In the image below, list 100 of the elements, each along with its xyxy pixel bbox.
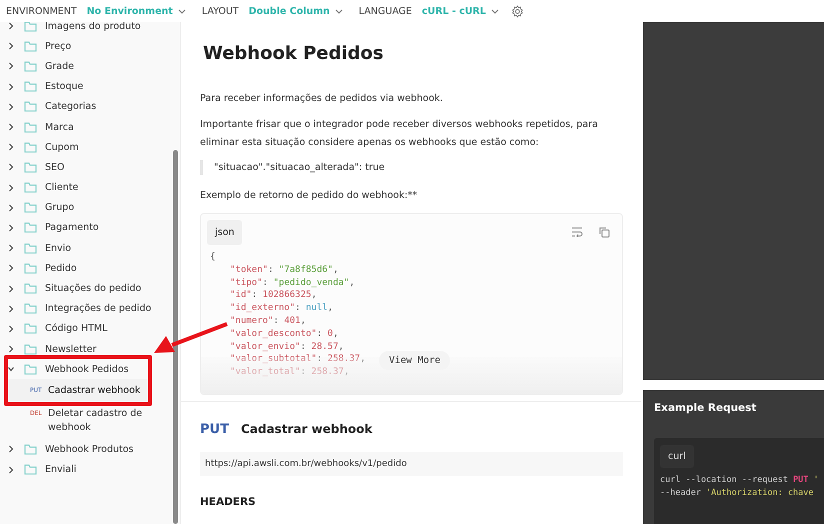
chevron-right-icon [8,445,14,454]
folder-icon [24,81,37,92]
folder-icon [24,464,37,476]
url-field: https://api.awsli.com.br/webhooks/v1/pedido [200,452,623,476]
folder-item[interactable]: Preço [8,36,174,56]
code-line: "tipo": "pedido_venda", [230,276,355,290]
chevron-right-icon [8,123,14,132]
folder-label: Integrações de pedido [45,303,152,314]
folder-item[interactable]: Grupo [8,198,174,218]
method-label: PUT [200,422,229,437]
paragraph: Importante frisar que o integrador pode receber diversos webhooks repetidos, para eliminar esta situação considere apenas os webhooks que estão como: [200,118,599,150]
folder-icon [24,262,37,274]
code-line: "valor_subtotal": 258.37, [230,353,366,366]
language-tag: curl [660,445,694,468]
folder-icon [24,242,37,254]
chevron-right-icon [8,304,14,313]
section-heading: HEADERS [200,496,257,508]
paragraph: Exemplo de retorno de pedido do webhook:** [200,189,418,203]
folder-item[interactable]: Estoque [8,76,174,97]
folder-label: Cupom [45,142,79,153]
code-line: curl --location --request PUT ' [660,474,819,487]
folder-item[interactable]: Integrações de pedido [8,298,174,319]
endpoint-title: Cadastrar webhook [240,422,372,437]
folder-label: Estoque [45,81,84,92]
folder-item[interactable]: Pedido [8,258,174,278]
folder-item[interactable]: Pagamento [8,218,174,238]
code-line: --header 'Authorization: chave [660,487,814,500]
chevron-down-icon [8,365,14,374]
chevron-down-icon [490,8,499,14]
setting-label: LAYOUT [202,6,239,16]
code-line: "token": "7a8f85d6", [230,264,338,277]
copy-icon[interactable] [599,227,610,238]
chevron-right-icon [8,224,14,232]
setting-label: LANGUAGE [358,6,412,16]
chevron-down-icon [178,8,186,14]
page-title: Webhook Pedidos [203,43,385,64]
folder-item[interactable]: Categorias [8,96,174,117]
chevron-right-icon [8,82,14,91]
folder-icon [24,323,37,334]
code-line: "valor_desconto": 0, [230,328,338,341]
chevron-down-icon [334,8,343,14]
folder-icon [24,222,37,234]
language-tag: json [207,220,242,245]
code-line: "valor_envio": 28.57, [230,340,344,354]
chevron-right-icon [8,466,14,474]
folder-icon [24,122,37,133]
folder-item[interactable]: SEO [8,157,174,178]
folder-icon [24,182,37,194]
scrollbar-thumb[interactable] [173,150,178,524]
chevron-right-icon [8,345,14,354]
folder-label: Enviali [45,464,76,476]
folder-label: Newsletter [45,344,96,355]
folder-label: Código HTML [45,323,108,334]
folder-label: Pedido [45,262,77,274]
paragraph: Para receber informações de pedidos via webhook. [200,92,444,106]
chevron-right-icon [8,204,14,212]
folder-icon [24,364,37,375]
folder-icon [24,22,37,32]
chevron-right-icon [8,324,14,333]
folder-icon [24,60,37,72]
folder-label: Marca [45,122,74,133]
code-line: "id_externo": null, [230,302,333,315]
folder-item[interactable]: Código HTML [8,318,174,339]
folder-icon [24,40,37,52]
endpoint-label: Cadastrar webhook [48,384,142,398]
folder-item[interactable]: Cliente [8,178,174,198]
folder-icon [24,283,37,294]
folder-label: Grupo [45,202,74,214]
folder-icon [24,344,37,355]
chevron-right-icon [8,264,14,272]
chevron-right-icon [8,244,14,252]
chevron-right-icon [8,143,14,152]
chevron-right-icon [8,62,14,70]
code-line: "valor_total": 258.37, [230,366,350,379]
panel-title: Example Request [654,402,758,414]
folder-label: Situações do pedido [45,283,142,294]
folder-icon [24,202,37,214]
folder-item[interactable]: Webhook Pedidos [8,359,148,380]
folder-item[interactable]: Enviali [8,460,174,480]
folder-item[interactable]: Webhook Produtos [8,439,174,460]
folder-icon [24,101,37,112]
folder-item[interactable]: Grade [8,56,174,77]
folder-item[interactable]: Marca [8,116,174,138]
folder-item[interactable]: Envio [8,238,174,258]
folder-icon [24,303,37,314]
folder-label: Grade [45,60,74,72]
folder-item[interactable]: Newsletter [8,339,174,360]
folder-label: Webhook Produtos [45,444,134,455]
endpoint-label: Deletar cadastro de webhook [48,407,144,436]
settings-icon[interactable] [510,4,524,18]
folder-icon [24,142,37,153]
chevron-right-icon [8,102,14,111]
folder-item[interactable]: Cupom [8,137,174,158]
quote-block: "situacao"."situacao_alterada": true [200,160,623,175]
chevron-right-icon [8,284,14,293]
setting-label: ENVIRONMENT [6,6,77,16]
folder-item[interactable]: Situações do pedido [8,278,174,299]
wrap-icon[interactable] [571,227,583,237]
folder-label: Preço [45,40,72,52]
code-line: "id": 102866325, [230,289,317,302]
